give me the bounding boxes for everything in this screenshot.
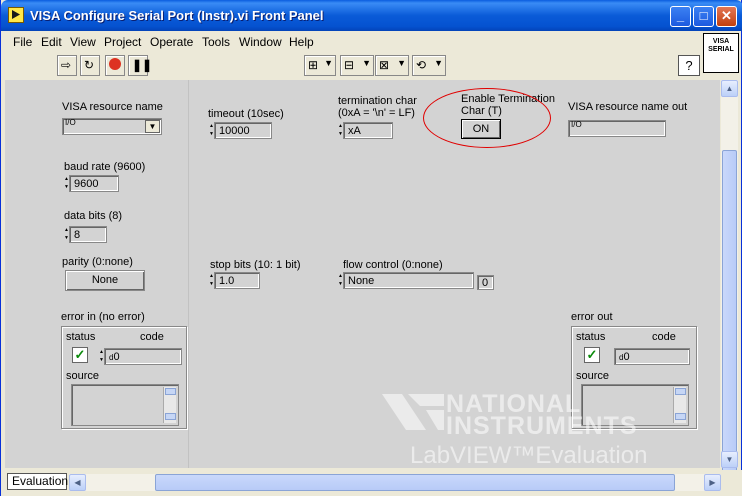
resize-objects-button[interactable]: ⊠ ▼ bbox=[375, 55, 409, 76]
align-objects-button[interactable]: ⊞ ▼ bbox=[304, 55, 336, 76]
baud-label: baud rate (9600) bbox=[64, 161, 146, 173]
distribute-objects-button[interactable]: ⊟ ▼ bbox=[340, 55, 374, 76]
error-in-source-label: source bbox=[66, 370, 100, 382]
pause-icon: ❚❚ bbox=[132, 58, 153, 72]
evaluation-mode-box: Evaluation bbox=[7, 473, 68, 490]
io-icon: I/O bbox=[571, 120, 582, 129]
visa-resource-control[interactable]: I/O ▼ bbox=[62, 118, 162, 135]
front-panel[interactable]: VISA resource name I/O ▼ timeout (10sec)… bbox=[5, 80, 720, 468]
source-scrollbar[interactable] bbox=[163, 387, 176, 423]
context-help-button[interactable]: ? bbox=[678, 55, 700, 76]
vi-icon-text-2: SERIAL bbox=[708, 46, 734, 53]
visa-out-label: VISA resource name out bbox=[568, 101, 688, 113]
chevron-down-icon[interactable]: ▼ bbox=[145, 120, 160, 133]
menu-edit[interactable]: Edit bbox=[41, 35, 62, 49]
resize-objects-icon: ⊠ bbox=[379, 58, 390, 72]
error-out-status-indicator: ✓ bbox=[584, 347, 600, 363]
labview-app-icon bbox=[8, 7, 24, 23]
termchar-label: termination char bbox=[338, 95, 417, 107]
error-in-code-value: 0 bbox=[113, 351, 120, 363]
error-in-status-label: status bbox=[66, 331, 96, 343]
termchar-input[interactable]: xA bbox=[343, 122, 393, 139]
maximize-button[interactable]: □ bbox=[693, 6, 714, 27]
error-out-status-label: status bbox=[576, 331, 606, 343]
menu-project[interactable]: Project bbox=[104, 35, 141, 49]
menu-operate[interactable]: Operate bbox=[150, 35, 193, 49]
timeout-label: timeout (10sec) bbox=[208, 108, 284, 120]
parity-label: parity (0:none) bbox=[62, 256, 133, 268]
menu-view[interactable]: View bbox=[70, 35, 96, 49]
error-out-code-value: 0 bbox=[623, 351, 630, 363]
parity-ring[interactable]: None bbox=[65, 270, 145, 291]
watermark-line3: LabVIEW™Evaluation Software bbox=[410, 442, 648, 468]
pause-button[interactable]: ❚❚ bbox=[128, 55, 152, 76]
error-in-source-field[interactable] bbox=[71, 384, 179, 426]
toolbar: ⇨ ↻ ❚❚ 13pt Application Font▼ ⊞▼ ⊟▼ ⊠▼ ⟲… bbox=[1, 52, 701, 127]
io-icon: I/O bbox=[65, 118, 76, 127]
timeout-input[interactable]: 10000 bbox=[214, 122, 272, 139]
reorder-button[interactable]: ⟲ ▼ bbox=[412, 55, 446, 76]
visa-out-indicator: I/O bbox=[568, 120, 666, 137]
abort-stop-icon bbox=[109, 58, 121, 70]
visa-resource-label: VISA resource name bbox=[62, 101, 163, 113]
title-bar[interactable]: VISA Configure Serial Port (Instr).vi Fr… bbox=[1, 0, 742, 31]
error-out-source-label: source bbox=[576, 370, 610, 382]
menu-tools[interactable]: Tools bbox=[202, 35, 230, 49]
scroll-up-button[interactable]: ▲ bbox=[721, 80, 738, 97]
error-in-status-checkbox[interactable]: ✓ bbox=[72, 347, 88, 363]
databits-label: data bits (8) bbox=[64, 210, 123, 222]
distribute-objects-icon: ⊟ bbox=[344, 58, 355, 72]
termchar-label-2: (0xA = '\n' = LF) bbox=[338, 107, 415, 119]
flow-input[interactable]: None bbox=[343, 272, 474, 289]
horizontal-scrollbar[interactable]: ◀ ▶ bbox=[69, 474, 721, 491]
annotation-circle bbox=[423, 88, 551, 148]
minimize-button[interactable]: _ bbox=[670, 6, 691, 27]
pane-splitter[interactable] bbox=[188, 80, 189, 468]
reorder-icon: ⟲ bbox=[416, 58, 427, 72]
scroll-right-button[interactable]: ▶ bbox=[704, 474, 721, 491]
ni-eagle-logo-icon bbox=[382, 394, 444, 430]
menu-file[interactable]: File bbox=[13, 35, 32, 49]
chevron-down-icon: ▼ bbox=[397, 58, 406, 68]
vi-icon-text: VISA bbox=[712, 38, 730, 45]
flow-label: flow control (0:none) bbox=[343, 259, 443, 271]
window-title: VISA Configure Serial Port (Instr).vi Fr… bbox=[30, 8, 324, 23]
error-in-code-input[interactable]: d0 bbox=[104, 348, 182, 365]
vertical-scroll-thumb[interactable] bbox=[722, 150, 737, 495]
error-out-code-indicator: d0 bbox=[614, 348, 690, 365]
scroll-down-button[interactable]: ▼ bbox=[721, 451, 738, 468]
chevron-down-icon: ▼ bbox=[362, 58, 371, 68]
scroll-left-button[interactable]: ◀ bbox=[69, 474, 86, 491]
menu-window[interactable]: Window bbox=[239, 35, 282, 49]
databits-input[interactable]: 8 bbox=[69, 226, 107, 243]
horizontal-scroll-thumb[interactable] bbox=[155, 474, 675, 491]
error-in-code-label: code bbox=[140, 331, 164, 343]
run-button[interactable]: ⇨ bbox=[57, 55, 77, 76]
error-in-label: error in (no error) bbox=[61, 311, 145, 323]
error-out-label: error out bbox=[571, 311, 613, 323]
baud-input[interactable]: 9600 bbox=[69, 175, 119, 192]
align-objects-icon: ⊞ bbox=[308, 58, 319, 72]
watermark-line2: INSTRUMENTS bbox=[446, 412, 638, 440]
abort-button[interactable] bbox=[105, 55, 125, 76]
error-out-code-label: code bbox=[652, 331, 676, 343]
menu-help[interactable]: Help bbox=[289, 35, 314, 49]
close-button[interactable]: ✕ bbox=[716, 6, 737, 27]
vi-icon: VISA SERIAL bbox=[703, 33, 739, 73]
run-continuously-icon: ↻ bbox=[84, 58, 95, 72]
error-in-cluster[interactable]: status code ✓ ▲ ▼ d0 source bbox=[61, 326, 187, 429]
labview-window: VISA Configure Serial Port (Instr).vi Fr… bbox=[0, 0, 742, 496]
vertical-scrollbar[interactable]: ▲ ▼ bbox=[721, 80, 738, 495]
menu-bar: File Edit View Project Operate Tools Win… bbox=[1, 31, 701, 52]
flow-index: 0 bbox=[477, 275, 494, 290]
ni-watermark: NATIONAL INSTRUMENTS LabVIEW™Evaluation … bbox=[380, 390, 720, 468]
chevron-down-icon: ▼ bbox=[434, 58, 443, 68]
run-continuously-button[interactable]: ↻ bbox=[80, 55, 100, 76]
stopbits-input[interactable]: 1.0 bbox=[214, 272, 260, 289]
run-arrow-icon: ⇨ bbox=[61, 58, 72, 72]
stopbits-label: stop bits (10: 1 bit) bbox=[210, 259, 301, 271]
chevron-down-icon: ▼ bbox=[324, 58, 333, 68]
